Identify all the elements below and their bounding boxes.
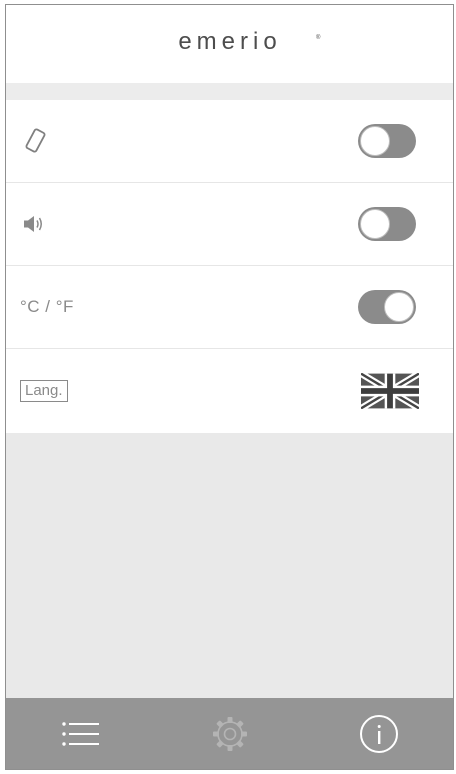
vibration-toggle[interactable] (358, 124, 416, 158)
speaker-icon (20, 213, 50, 235)
svg-text:emerio: emerio (178, 31, 281, 55)
toggle-knob (360, 209, 390, 239)
bottom-tab-bar (6, 698, 453, 769)
header-divider (6, 83, 453, 100)
uk-flag-icon[interactable] (361, 373, 419, 409)
toggle-knob (384, 292, 414, 322)
app-frame: emerio ® °C / °F Lang. (5, 4, 454, 770)
app-header: emerio ® (6, 5, 453, 83)
svg-text:®: ® (316, 34, 321, 41)
tab-info[interactable] (334, 704, 424, 764)
sound-toggle[interactable] (358, 207, 416, 241)
language-label: Lang. (20, 380, 68, 402)
sound-row (6, 183, 453, 266)
info-icon (359, 714, 398, 753)
list-icon (61, 721, 99, 746)
emerio-logo: emerio ® (178, 31, 321, 55)
temperature-unit-row: °C / °F (6, 266, 453, 349)
vibration-icon (20, 126, 50, 156)
temperature-unit-toggle[interactable] (358, 290, 416, 324)
settings-list: °C / °F Lang. (6, 100, 453, 433)
tab-list[interactable] (36, 704, 126, 764)
tab-settings[interactable] (185, 704, 275, 764)
toggle-knob (360, 126, 390, 156)
vibration-row (6, 100, 453, 183)
gear-icon (212, 716, 247, 751)
language-row: Lang. (6, 349, 453, 433)
temperature-unit-label: °C / °F (20, 297, 74, 316)
